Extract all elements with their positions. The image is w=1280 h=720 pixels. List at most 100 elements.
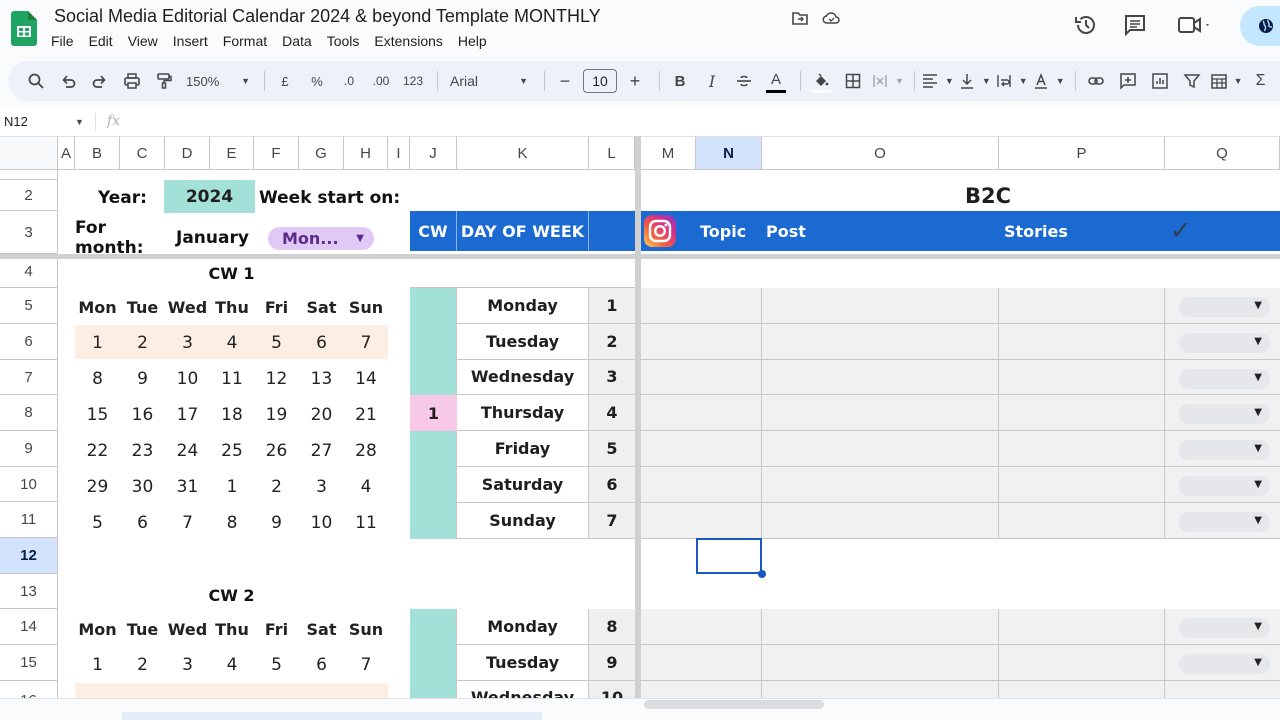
menu-view[interactable]: View [128,33,165,49]
column-header-f[interactable]: F [254,136,299,170]
font-family-select[interactable]: Arial ▼ [444,67,534,95]
meet-video-icon[interactable] [1176,12,1212,38]
menu-tools[interactable]: Tools [327,33,367,49]
post-cell[interactable] [762,431,999,467]
calendar-day[interactable]: 29 [75,469,120,505]
column-header-d[interactable]: D [165,136,210,170]
post-cell[interactable] [762,323,999,360]
topic-cell[interactable] [641,467,762,503]
decrease-decimal-button[interactable]: .0 [335,67,363,95]
undo-button[interactable] [54,67,82,95]
menu-file[interactable]: File [51,33,81,49]
merge-cells-button[interactable]: ▼ [871,67,904,95]
cloud-saved-icon[interactable] [822,9,840,27]
horizontal-scrollbar-thumb[interactable] [644,700,824,709]
insert-link-button[interactable] [1082,67,1110,95]
status-dropdown[interactable]: ▼ [1179,653,1270,674]
row-header-2[interactable]: 2 [0,180,58,211]
calendar-day[interactable]: 1 [210,469,254,505]
post-cell[interactable] [762,644,999,681]
row-header-5[interactable]: 5 [0,288,58,324]
row-header-15[interactable]: 15 [0,645,58,681]
column-header-k[interactable]: K [457,136,589,170]
row-header-8[interactable]: 8 [0,395,58,431]
stories-cell[interactable] [999,288,1165,324]
row-header-3[interactable]: 3 [0,211,58,254]
topic-cell[interactable] [641,609,762,645]
status-cell[interactable]: ▼ [1165,644,1280,681]
status-cell[interactable]: ▼ [1165,395,1280,432]
menu-data[interactable]: Data [282,33,319,49]
calendar-day[interactable]: 7 [344,325,388,361]
calendar-day[interactable]: 9 [120,361,165,397]
text-color-button[interactable]: A [762,67,790,95]
calendar-day[interactable]: 17 [165,397,210,433]
column-header-l[interactable]: L [589,136,635,170]
row-header-4[interactable]: 4 [0,256,58,288]
post-cell[interactable] [762,395,999,432]
filter-views-button[interactable]: ▼ [1210,67,1243,95]
stories-cell[interactable] [999,467,1165,503]
horizontal-align-button[interactable]: ▼ [921,67,954,95]
version-history-icon[interactable] [1073,12,1099,38]
status-dropdown[interactable]: ▼ [1179,511,1270,532]
font-size-input[interactable]: 10 [583,69,617,93]
spreadsheet-grid[interactable]: ABCDEFGHIJKLMNOPQ 2345678910111213141516… [0,136,1280,720]
status-dropdown[interactable]: ▼ [1179,368,1270,389]
calendar-day[interactable]: 16 [120,397,165,433]
row-header-10[interactable]: 10 [0,467,58,502]
calendar-day[interactable]: 5 [254,325,299,361]
calendar-day[interactable]: 21 [344,397,388,433]
status-dropdown[interactable]: ▼ [1179,404,1270,425]
calendar-day[interactable]: 3 [165,325,210,361]
move-to-folder-icon[interactable] [791,9,809,27]
column-header-m[interactable]: M [641,136,696,170]
calendar-day[interactable]: 4 [344,469,388,505]
post-cell[interactable] [762,609,999,645]
calendar-day[interactable]: 2 [254,469,299,505]
column-header-n[interactable]: N [696,136,762,170]
calendar-day[interactable]: 31 [165,469,210,505]
calendar-day[interactable]: 3 [299,469,344,505]
row-header-13[interactable]: 13 [0,574,58,609]
topic-cell[interactable] [641,288,762,324]
status-cell[interactable]: ▼ [1165,431,1280,467]
row-header-1[interactable] [0,170,58,180]
insert-comment-button[interactable] [1114,67,1142,95]
borders-button[interactable] [839,67,867,95]
functions-button[interactable]: Σ [1247,67,1275,95]
calendar-day[interactable]: 4 [210,647,254,683]
stories-cell[interactable] [999,323,1165,360]
column-header-b[interactable]: B [75,136,120,170]
sheets-logo-icon[interactable] [11,11,37,46]
calendar-day[interactable]: 12 [254,361,299,397]
calendar-day[interactable]: 19 [254,397,299,433]
calendar-day[interactable]: 23 [120,433,165,469]
status-dropdown[interactable]: ▼ [1179,476,1270,496]
calendar-day[interactable]: 27 [299,433,344,469]
month-value[interactable]: January [176,224,266,252]
select-all-corner[interactable] [0,136,58,170]
stories-cell[interactable] [999,502,1165,539]
topic-cell[interactable] [641,644,762,681]
menu-edit[interactable]: Edit [89,33,120,49]
chevron-down-icon[interactable]: ▼ [75,117,84,127]
post-cell[interactable] [762,467,999,503]
column-header-a[interactable]: A [58,136,75,170]
selected-cell-n12[interactable] [696,538,762,574]
status-cell[interactable]: ▼ [1165,502,1280,539]
menu-extensions[interactable]: Extensions [374,33,449,49]
year-input[interactable]: 2024 [164,180,255,213]
calendar-day[interactable]: 25 [210,433,254,469]
column-header-g[interactable]: G [299,136,344,170]
row-header-12[interactable]: 12 [0,538,58,574]
print-button[interactable] [118,67,146,95]
topic-cell[interactable] [641,323,762,360]
column-header-j[interactable]: J [410,136,457,170]
status-dropdown[interactable]: ▼ [1179,297,1270,317]
calendar-day[interactable]: 6 [120,505,165,541]
redo-button[interactable] [86,67,114,95]
calendar-day[interactable]: 3 [165,647,210,683]
stories-cell[interactable] [999,395,1165,432]
menu-insert[interactable]: Insert [173,33,215,49]
